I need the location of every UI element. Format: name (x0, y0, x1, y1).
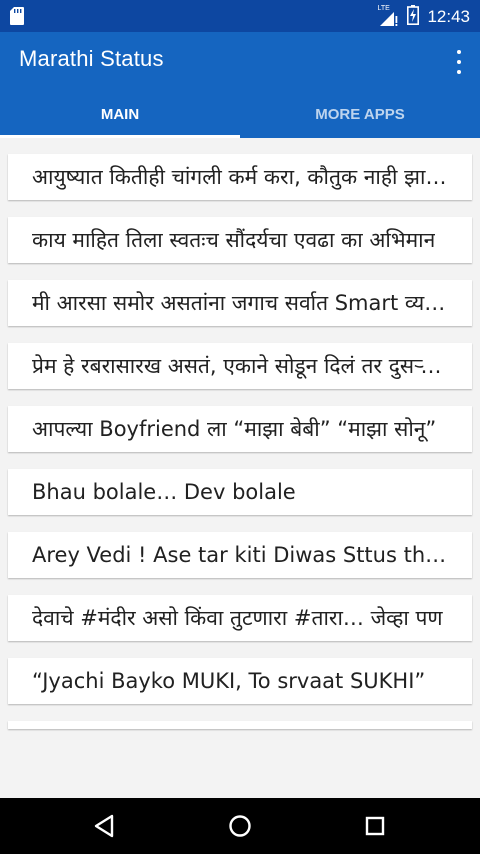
list-item[interactable]: आपल्या Boyfriend ला “माझा बेबी” “माझा सो… (8, 406, 472, 452)
tab-bar: MAIN MORE APPS (0, 90, 480, 138)
list-item[interactable]: आयुष्यात कितीही चांगली कर्म करा, कौतुक न… (8, 154, 472, 200)
list-item[interactable]: Arey Vedi ! Ase tar kiti Diwas Sttus the… (8, 532, 472, 578)
list-item-text: Bhau bolale… Dev bolale (32, 480, 296, 504)
system-nav-bar (0, 798, 480, 854)
list-item-text: Arey Vedi ! Ase tar kiti Diwas Sttus the… (32, 543, 448, 567)
status-bar: LTE 12:43 (0, 0, 480, 32)
tab-indicator (0, 135, 240, 138)
list-item[interactable]: “Jyachi Bayko MUKI, To srvaat SUKHI” (8, 658, 472, 704)
list-item-text: काय माहित तिला स्वतःच सौंदर्यचा एवढा का … (32, 228, 436, 252)
list-item-text: आपल्या Boyfriend ला “माझा बेबी” “माझा सो… (32, 417, 437, 441)
list-item-text: “Jyachi Bayko MUKI, To srvaat SUKHI” (32, 669, 426, 693)
list-item[interactable]: देवाचे #मंदीर असो किंवा तुटणारा #तारा… ज… (8, 595, 472, 641)
tab-main[interactable]: MAIN (0, 90, 240, 138)
list-item[interactable]: Bhau bolale… Dev bolale (8, 469, 472, 515)
sd-card-icon (10, 7, 24, 29)
tab-main-label: MAIN (100, 105, 140, 123)
tab-more-apps-label: MORE APPS (315, 105, 405, 123)
list-item-text: आयुष्यात कितीही चांगली कर्म करा, कौतुक न… (32, 165, 448, 189)
signal-icon: LTE (377, 5, 399, 27)
list-item-text: मी आरसा समोर असतांना जगाच सर्वात Smart व… (32, 291, 448, 315)
list-item-partial[interactable] (8, 721, 472, 729)
home-icon[interactable] (226, 812, 254, 840)
list-item[interactable]: प्रेम हे रबरासारख असतं, एकाने सोडून दिलं… (8, 343, 472, 389)
overflow-menu-icon[interactable] (454, 50, 464, 74)
status-list: आयुष्यात कितीही चांगली कर्म करा, कौतुक न… (8, 154, 472, 729)
clock-time: 12:43 (427, 7, 470, 26)
battery-icon (407, 5, 420, 29)
list-item-text: प्रेम हे रबरासारख असतं, एकाने सोडून दिलं… (32, 354, 448, 378)
recents-icon[interactable] (361, 812, 389, 840)
list-item-text: देवाचे #मंदीर असो किंवा तुटणारा #तारा… ज… (32, 606, 443, 630)
list-item[interactable]: काय माहित तिला स्वतःच सौंदर्यचा एवढा का … (8, 217, 472, 263)
app-bar: Marathi Status MAIN MORE APPS (0, 32, 480, 138)
back-icon[interactable] (90, 812, 118, 840)
tab-more-apps[interactable]: MORE APPS (240, 90, 480, 138)
app-title: Marathi Status (19, 46, 164, 71)
list-item[interactable]: मी आरसा समोर असतांना जगाच सर्वात Smart व… (8, 280, 472, 326)
